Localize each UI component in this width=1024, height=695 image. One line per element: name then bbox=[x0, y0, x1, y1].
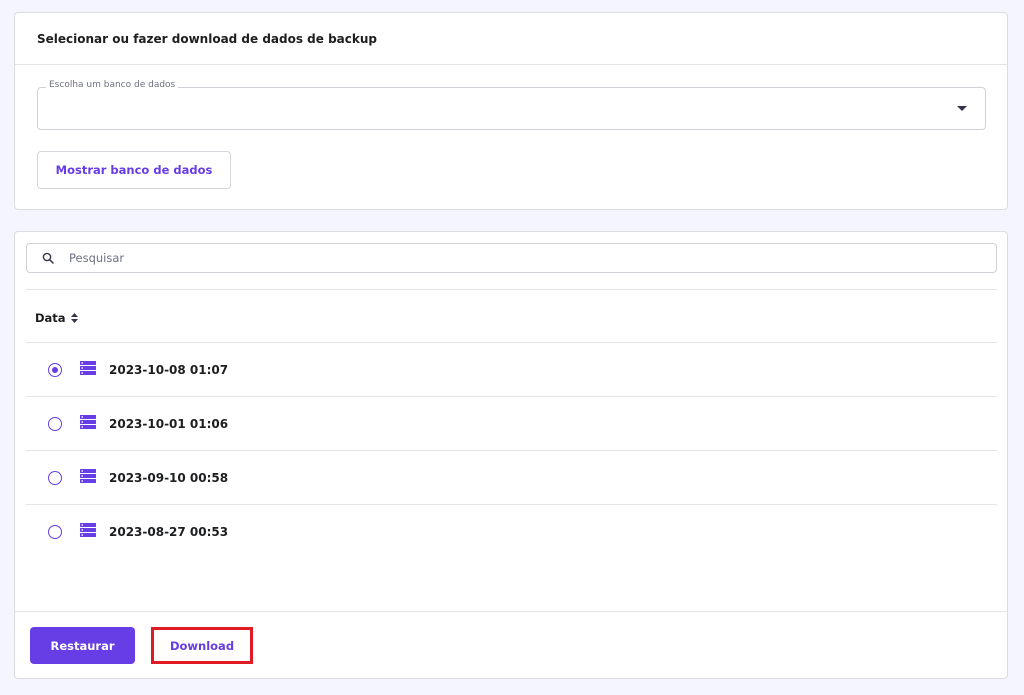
card-footer: Restaurar Download bbox=[15, 611, 1007, 679]
row-date: 2023-09-10 00:58 bbox=[109, 471, 228, 485]
row-date: 2023-10-01 01:06 bbox=[109, 417, 228, 431]
table-row[interactable]: 2023-08-27 00:53 bbox=[26, 505, 997, 559]
backups-list-card: Data 2023-10-08 01:07 2023-10-01 01:06 202… bbox=[14, 231, 1008, 679]
database-icon bbox=[80, 523, 96, 537]
database-icon bbox=[80, 361, 96, 375]
column-header-label: Data bbox=[35, 311, 66, 325]
database-icon bbox=[80, 415, 96, 429]
database-select[interactable]: Escolha um banco de dados bbox=[37, 87, 986, 130]
table-row[interactable]: 2023-09-10 00:58 bbox=[26, 451, 997, 505]
row-radio[interactable] bbox=[48, 363, 62, 377]
card-header: Selecionar ou fazer download de dados de… bbox=[15, 13, 1007, 65]
card-title: Selecionar ou fazer download de dados de… bbox=[37, 32, 377, 46]
row-radio[interactable] bbox=[48, 471, 62, 485]
chevron-down-icon[interactable] bbox=[957, 106, 967, 111]
show-database-button[interactable]: Mostrar banco de dados bbox=[37, 151, 231, 189]
table-header: Data bbox=[26, 289, 997, 343]
sort-icon[interactable] bbox=[71, 313, 78, 323]
search-icon bbox=[42, 252, 54, 264]
row-radio[interactable] bbox=[48, 417, 62, 431]
table-row[interactable]: 2023-10-01 01:06 bbox=[26, 397, 997, 451]
row-date: 2023-10-08 01:07 bbox=[109, 363, 228, 377]
column-header-data[interactable]: Data bbox=[35, 311, 78, 325]
download-button[interactable]: Download bbox=[151, 627, 253, 664]
database-icon bbox=[80, 469, 96, 483]
database-select-label: Escolha um banco de dados bbox=[46, 80, 178, 90]
row-radio[interactable] bbox=[48, 525, 62, 539]
search-input[interactable] bbox=[69, 244, 969, 272]
restore-button[interactable]: Restaurar bbox=[30, 627, 135, 664]
backup-select-card: Selecionar ou fazer download de dados de… bbox=[14, 12, 1008, 210]
row-date: 2023-08-27 00:53 bbox=[109, 525, 228, 539]
search-box[interactable] bbox=[26, 243, 997, 273]
table-row[interactable]: 2023-10-08 01:07 bbox=[26, 343, 997, 397]
